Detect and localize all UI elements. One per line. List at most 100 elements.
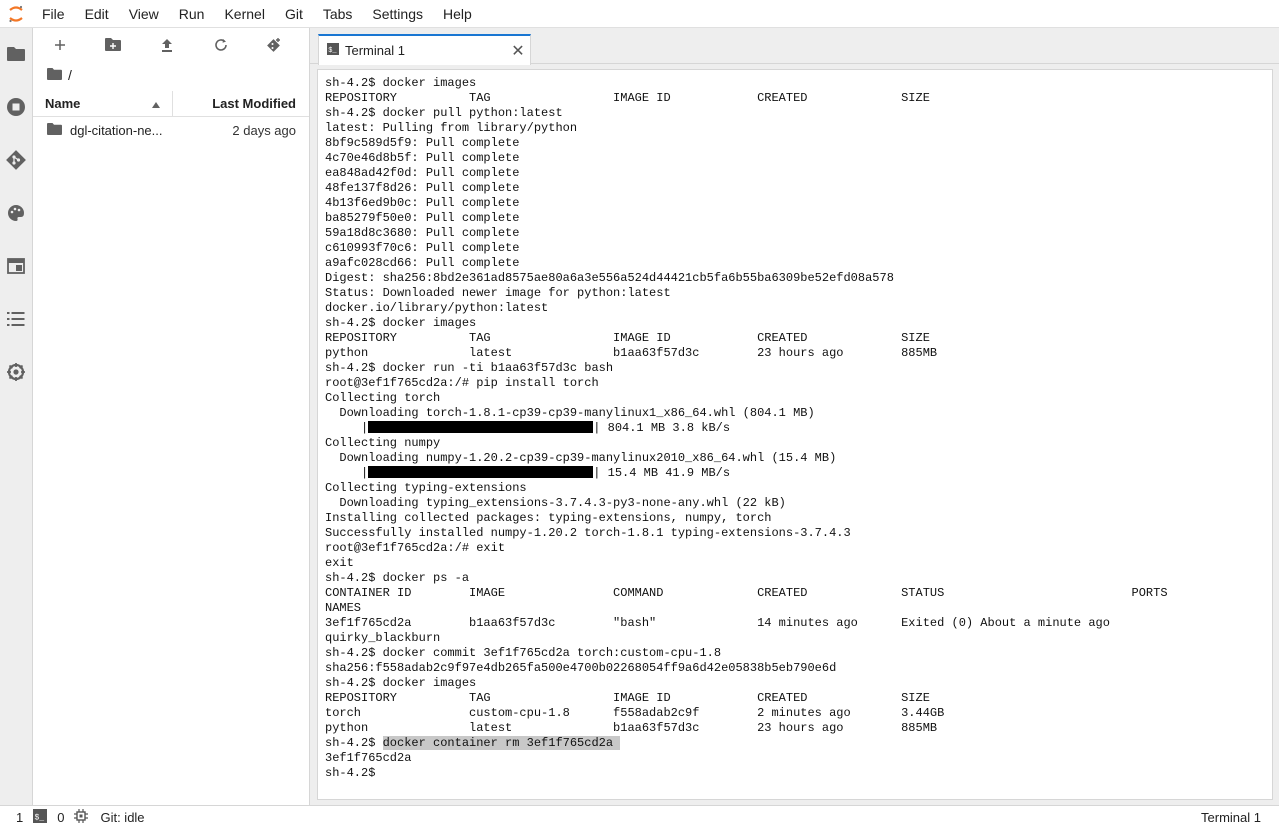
cpu-icon [74,809,89,826]
palette-icon[interactable] [5,202,27,224]
kernel-status[interactable] [74,809,89,826]
terminal-line: torch custom-cpu-1.8 f558adab2c9f 2 minu… [325,706,945,720]
menu-run[interactable]: Run [169,0,215,28]
terminal-icon: $_ [33,809,48,826]
menu-kernel[interactable]: Kernel [214,0,274,28]
terminal-line: quirky_blackburn [325,631,441,645]
git-clone-button[interactable] [247,28,301,64]
terminal-output[interactable]: sh-4.2$ docker images REPOSITORY TAG IMAG… [325,76,1168,781]
terminal-icon: $_ [327,43,339,58]
terminal-line: 4c70e46d8b5f: Pull complete [325,151,520,165]
breadcrumb: / [33,64,309,86]
file-row[interactable]: dgl-citation-ne... 2 days ago [33,118,309,142]
terminal-line: docker.io/library/python:latest [325,301,549,315]
menu-tabs[interactable]: Tabs [313,0,363,28]
terminal-line: a9afc028cd66: Pull complete [325,256,520,270]
file-list-header: Name Last Modified [33,91,309,117]
refresh-icon [214,38,228,55]
name-column-header[interactable]: Name [33,91,173,116]
terminal-line: 48fe137f8d26: Pull complete [325,181,520,195]
kernel-count[interactable]: 1 [16,810,23,825]
extension-icon[interactable] [5,361,27,383]
terminal-line: | | 804.1 MB 3.8 kB/s [325,421,731,435]
refresh-button[interactable] [194,28,248,64]
tab-bar: $_ Terminal 1 ✕ [310,28,1279,65]
terminal-line: sh-4.2$ [325,766,376,780]
svg-text:$_: $_ [328,47,337,55]
terminal-line: 59a18d8c3680: Pull complete [325,226,520,240]
terminal-line: python latest b1aa63f57d3c 23 hours ago … [325,346,938,360]
terminal-line: ea848ad42f0d: Pull complete [325,166,520,180]
running-icon[interactable] [5,96,27,118]
terminal-panel[interactable]: sh-4.2$ docker images REPOSITORY TAG IMAG… [317,69,1273,800]
terminal-line: sh-4.2$ docker images [325,316,477,330]
tabs-icon[interactable] [5,255,27,277]
breadcrumb-root[interactable]: / [68,67,72,83]
name-column-label: Name [45,96,81,111]
tab-label: Terminal 1 [345,43,405,58]
terminal-line: Collecting numpy [325,436,441,450]
menu-git[interactable]: Git [275,0,313,28]
terminal-line: sh-4.2$ docker run -ti b1aa63f57d3c bash [325,361,614,375]
folder-icon [47,122,62,138]
terminal-line: Digest: sha256:8bd2e361ad8575ae80a6a3e55… [325,271,894,285]
upload-icon [161,38,173,55]
terminal-line: REPOSITORY TAG IMAGE ID CREATED SIZE [325,91,930,105]
git-status[interactable]: Git: idle [100,810,144,825]
menu-settings[interactable]: Settings [362,0,433,28]
file-browser-toolbar [33,28,309,64]
folder-icon[interactable] [5,43,27,65]
close-icon[interactable]: ✕ [506,41,530,61]
terminal-line: sh-4.2$ docker pull python:latest [325,106,563,120]
terminal-line: Collecting typing-extensions [325,481,527,495]
terminal-line: NAMES [325,601,362,615]
toc-icon[interactable] [5,308,27,330]
active-tab-name: Terminal 1 [1201,810,1261,825]
terminal-line: sh-4.2$ docker ps -a [325,571,470,585]
terminal-line: Successfully installed numpy-1.20.2 torc… [325,526,851,540]
download-progress-bar [368,421,594,433]
menu-view[interactable]: View [119,0,169,28]
download-progress-text: | 15.4 MB 41.9 MB/s [593,466,731,480]
git-clone-icon [266,37,282,56]
terminal-line: CONTAINER ID IMAGE COMMAND CREATED STATU… [325,586,1168,600]
terminal-line: REPOSITORY TAG IMAGE ID CREATED SIZE [325,331,930,345]
jupyter-logo-icon[interactable] [0,0,32,28]
menu-file[interactable]: File [32,0,75,28]
git-icon[interactable] [5,149,27,171]
terminal-count-value: 0 [57,810,65,825]
terminal-line: sha256:f558adab2c9f97e4db265fa500e4700b0… [325,661,837,675]
menu-help[interactable]: Help [433,0,482,28]
terminal-line: Downloading torch-1.8.1-cp39-cp39-manyli… [325,406,815,420]
modified-column-header[interactable]: Last Modified [173,91,309,116]
menu-edit[interactable]: Edit [75,0,119,28]
svg-text:$_: $_ [35,814,45,823]
highlighted-command[interactable]: docker container rm 3ef1f765cd2a [382,736,621,750]
terminal-count[interactable]: $_ 0 [33,809,64,826]
terminal-line: python latest b1aa63f57d3c 23 hours ago … [325,721,938,735]
new-folder-icon [105,38,122,54]
download-progress-text: | 804.1 MB 3.8 kB/s [593,421,731,435]
terminal-line: sh-4.2$ docker images [325,676,477,690]
terminal-line: Status: Downloaded newer image for pytho… [325,286,671,300]
activity-bar [0,28,33,805]
folder-icon[interactable] [47,67,62,83]
tab-terminal-1[interactable]: $_ Terminal 1 ✕ [318,34,531,65]
terminal-line: root@3ef1f765cd2a:/# pip install torch [325,376,599,390]
download-progress-bar [368,466,594,478]
terminal-line: root@3ef1f765cd2a:/# exit [325,541,506,555]
terminal-line: sh-4.2$ docker images [325,76,477,90]
new-folder-button[interactable] [87,28,141,64]
sort-ascending-icon [152,96,160,111]
new-launcher-button[interactable] [33,28,87,64]
terminal-line: sh-4.2$ docker commit 3ef1f765cd2a torch… [325,646,722,660]
terminal-line: exit [325,556,354,570]
terminal-line: Downloading numpy-1.20.2-cp39-cp39-manyl… [325,451,837,465]
modified-column-label: Last Modified [212,96,296,111]
file-browser: / Name Last Modified dgl-citation-ne... … [33,28,310,805]
terminal-line: latest: Pulling from library/python [325,121,578,135]
terminal-line: Installing collected packages: typing-ex… [325,511,772,525]
terminal-line: c610993f70c6: Pull complete [325,241,520,255]
status-bar: 1 $_ 0 Git: idle Terminal 1 [0,805,1279,829]
upload-button[interactable] [140,28,194,64]
